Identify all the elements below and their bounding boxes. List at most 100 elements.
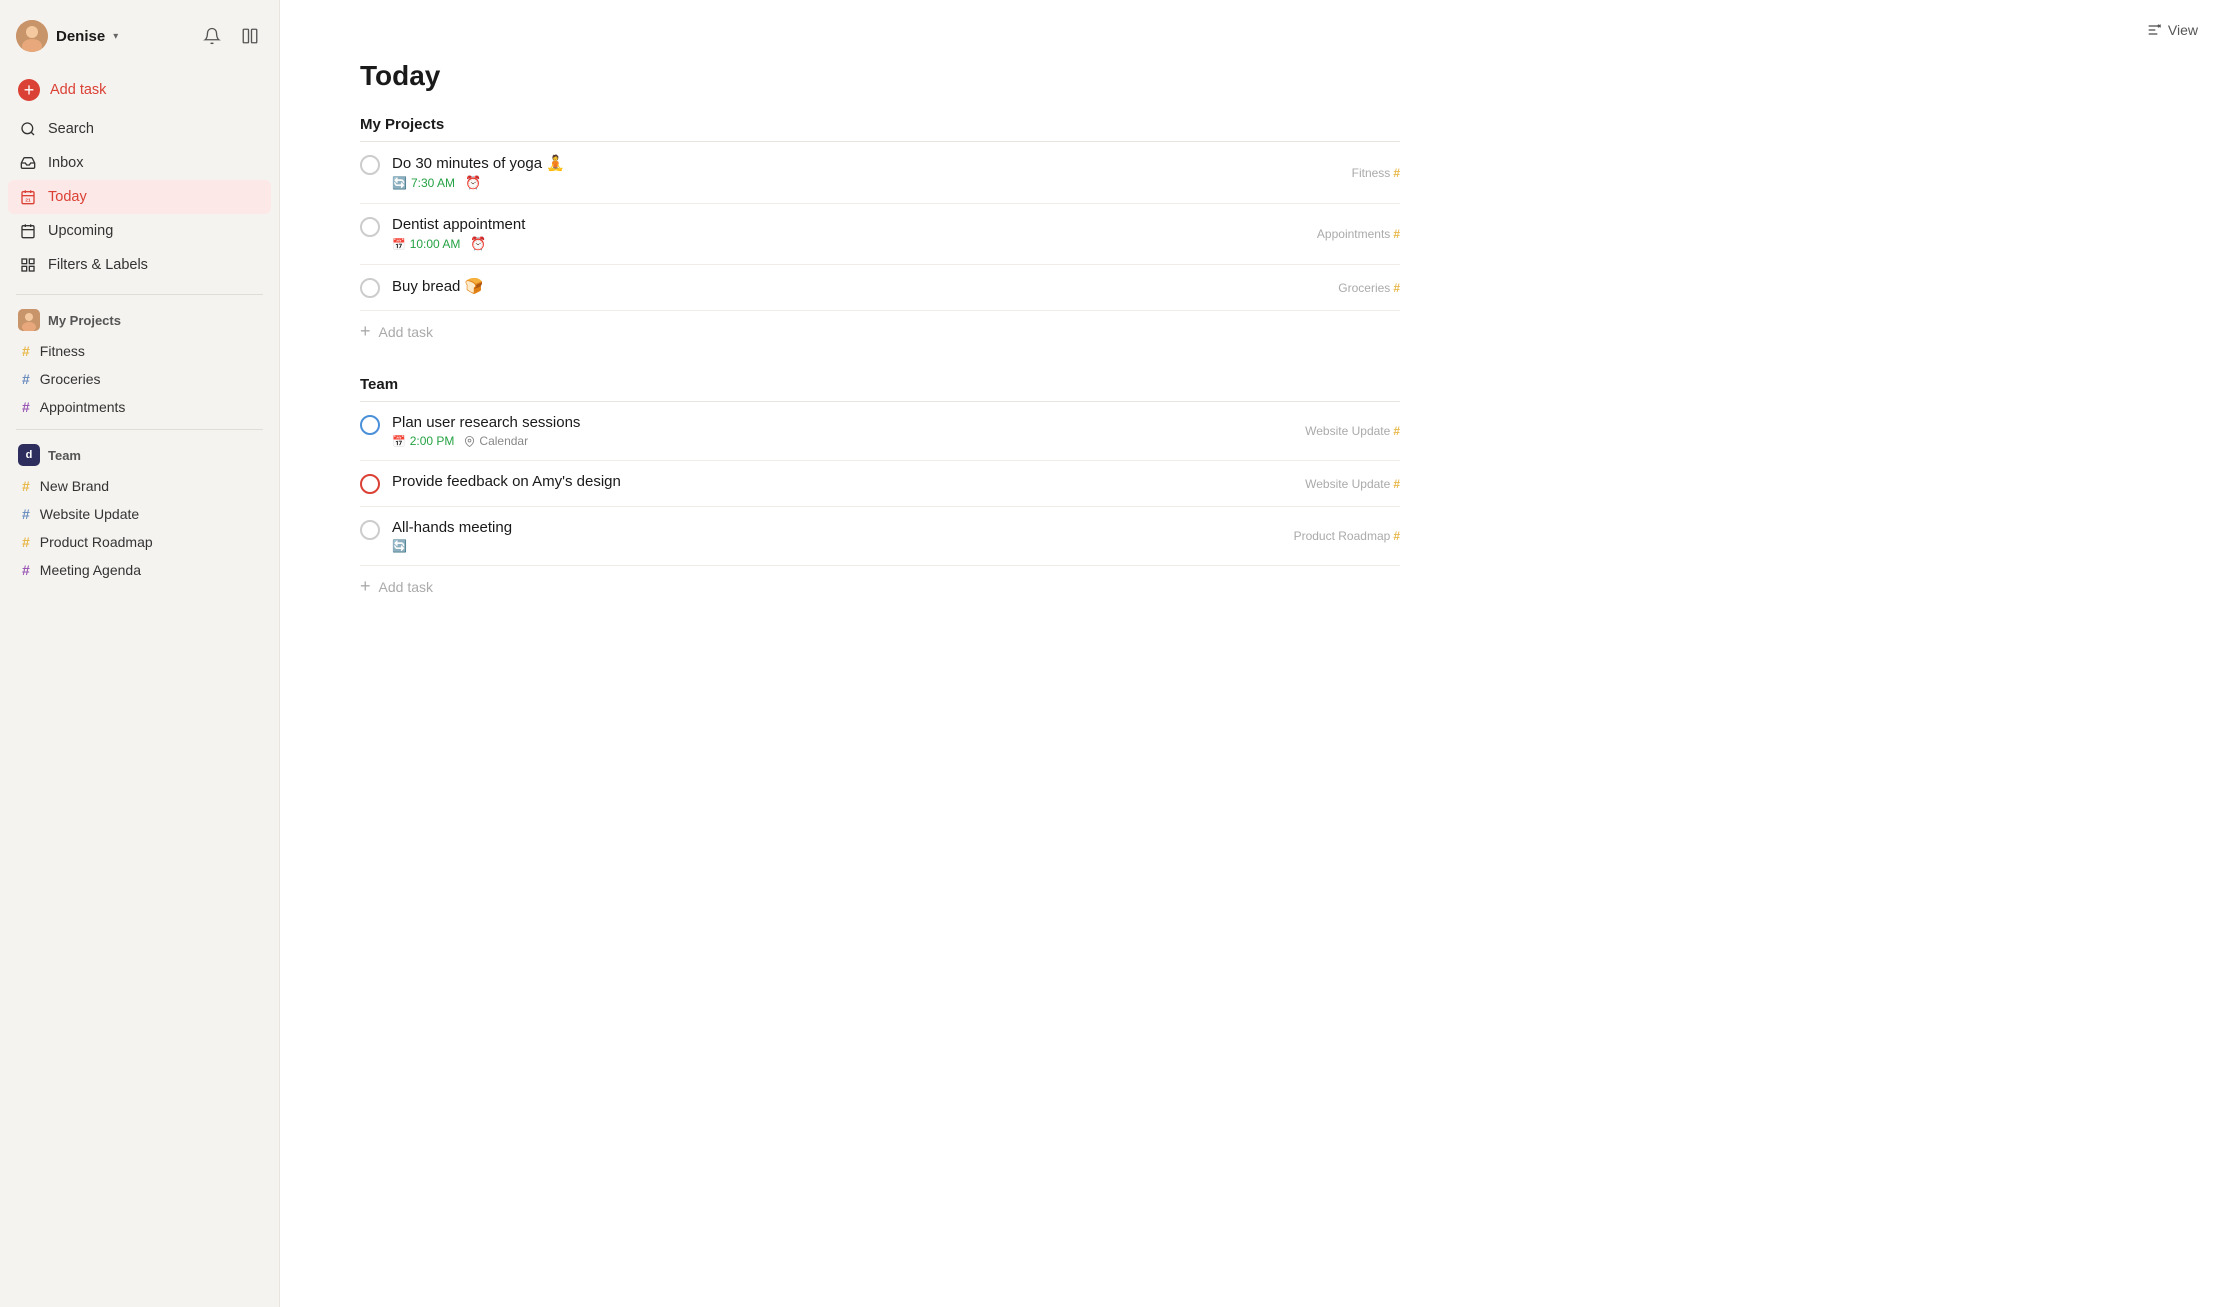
header-icons <box>199 23 263 49</box>
task-checkbox-allhands[interactable] <box>360 520 380 540</box>
recycle-icon: 🔄 <box>392 539 407 553</box>
view-button[interactable]: View <box>2136 16 2208 44</box>
project-label: Fitness <box>40 343 85 359</box>
sidebar-item-product-roadmap[interactable]: # Product Roadmap <box>8 528 271 556</box>
project-name: Appointments <box>1317 227 1390 241</box>
hash-icon: # <box>22 506 30 522</box>
sidebar-item-fitness[interactable]: # Fitness <box>8 337 271 365</box>
sidebar-item-label: Filters & Labels <box>48 257 148 273</box>
project-label: Appointments <box>40 399 126 415</box>
project-hash-icon: # <box>1393 424 1400 438</box>
reminder-icon: ⏰ <box>465 175 481 191</box>
chevron-down-icon: ▾ <box>113 31 118 42</box>
view-icon <box>2146 22 2162 38</box>
sidebar-item-filters[interactable]: Filters & Labels <box>8 248 271 282</box>
user-menu[interactable]: Denise ▾ <box>16 20 118 52</box>
notifications-button[interactable] <box>199 23 225 49</box>
sidebar-item-label: Inbox <box>48 155 83 171</box>
task-project-tag: Appointments # <box>1317 227 1400 241</box>
sidebar-item-meeting-agenda[interactable]: # Meeting Agenda <box>8 556 271 584</box>
inbox-icon <box>18 153 38 173</box>
project-label: Meeting Agenda <box>40 562 141 578</box>
task-body: Plan user research sessions 📅 2:00 PM Ca… <box>392 414 1400 448</box>
task-checkbox-bread[interactable] <box>360 278 380 298</box>
my-projects-header: My Projects <box>8 303 271 337</box>
task-meta: 🔄 7:30 AM ⏰ <box>392 175 1400 191</box>
task-name: Provide feedback on Amy's design <box>392 473 1400 490</box>
upcoming-icon <box>18 221 38 241</box>
task-body: All-hands meeting 🔄 <box>392 519 1400 553</box>
task-project-tag: Product Roadmap # <box>1294 529 1400 543</box>
my-projects-avatar <box>18 309 40 331</box>
sidebar-item-label: Upcoming <box>48 223 113 239</box>
sidebar: Denise ▾ + Add task <box>0 0 280 1307</box>
project-label: New Brand <box>40 478 109 494</box>
task-body: Provide feedback on Amy's design <box>392 473 1400 493</box>
sidebar-item-appointments[interactable]: # Appointments <box>8 393 271 421</box>
plus-icon: + <box>360 576 371 597</box>
layout-button[interactable] <box>237 23 263 49</box>
task-checkbox-research[interactable] <box>360 415 380 435</box>
sidebar-item-groceries[interactable]: # Groceries <box>8 365 271 393</box>
task-meta: 📅 2:00 PM Calendar <box>392 434 1400 448</box>
task-name: Plan user research sessions <box>392 414 1400 431</box>
page-content: Today My Projects Do 30 minutes of yoga … <box>280 60 1480 671</box>
task-project-tag: Fitness # <box>1352 166 1400 180</box>
project-label: Groceries <box>40 371 101 387</box>
task-checkbox-yoga[interactable] <box>360 155 380 175</box>
task-time: 🔄 7:30 AM <box>392 176 455 190</box>
recycle-icon: 🔄 <box>392 176 407 190</box>
hash-icon: # <box>22 343 30 359</box>
project-hash-icon: # <box>1393 529 1400 543</box>
task-project-tag: Groceries # <box>1338 281 1400 295</box>
team-section: d Team # New Brand # Website Update # Pr… <box>0 438 279 584</box>
project-label: Product Roadmap <box>40 534 153 550</box>
team-avatar: d <box>18 444 40 466</box>
project-name: Website Update <box>1305 477 1390 491</box>
my-projects-task-list: My Projects Do 30 minutes of yoga 🧘 🔄 7:… <box>360 116 1400 352</box>
username: Denise <box>56 28 105 45</box>
table-row: Plan user research sessions 📅 2:00 PM Ca… <box>360 402 1400 461</box>
team-label: Team <box>48 448 81 463</box>
project-name: Groceries <box>1338 281 1390 295</box>
table-row: Dentist appointment 📅 10:00 AM ⏰ Appoint… <box>360 204 1400 265</box>
task-name: Dentist appointment <box>392 216 1400 233</box>
search-icon <box>18 119 38 139</box>
task-body: Do 30 minutes of yoga 🧘 🔄 7:30 AM ⏰ <box>392 154 1400 191</box>
task-body: Buy bread 🍞 <box>392 277 1400 298</box>
task-project-tag: Website Update # <box>1305 424 1400 438</box>
sidebar-item-today[interactable]: 21 Today <box>8 180 271 214</box>
view-label: View <box>2168 22 2198 38</box>
sidebar-item-new-brand[interactable]: # New Brand <box>8 472 271 500</box>
hash-icon: # <box>22 534 30 550</box>
task-checkbox-amy[interactable] <box>360 474 380 494</box>
sidebar-item-label: Search <box>48 121 94 137</box>
sidebar-item-upcoming[interactable]: Upcoming <box>8 214 271 248</box>
reminder-icon: ⏰ <box>470 236 486 252</box>
project-name: Product Roadmap <box>1294 529 1391 543</box>
add-task-my-projects[interactable]: + Add task <box>360 311 1400 352</box>
task-name: All-hands meeting <box>392 519 1400 536</box>
project-hash-icon: # <box>1393 227 1400 241</box>
calendar-icon: 📅 <box>392 435 406 448</box>
sidebar-item-inbox[interactable]: Inbox <box>8 146 271 180</box>
add-task-label: Add task <box>379 324 433 340</box>
task-checkbox-dentist[interactable] <box>360 217 380 237</box>
task-project-tag: Website Update # <box>1305 477 1400 491</box>
add-task-team[interactable]: + Add task <box>360 566 1400 607</box>
project-name: Fitness <box>1352 166 1391 180</box>
project-hash-icon: # <box>1393 477 1400 491</box>
svg-text:21: 21 <box>25 198 31 203</box>
team-section-title: Team <box>360 376 1400 402</box>
add-task-button[interactable]: + Add task <box>8 72 271 108</box>
avatar <box>16 20 48 52</box>
filters-icon <box>18 255 38 275</box>
project-hash-icon: # <box>1393 281 1400 295</box>
sidebar-item-search[interactable]: Search <box>8 112 271 146</box>
team-task-list: Team Plan user research sessions 📅 2:00 … <box>360 376 1400 607</box>
sidebar-item-website-update[interactable]: # Website Update <box>8 500 271 528</box>
time-value: 7:30 AM <box>411 176 455 190</box>
calendar-label: Calendar <box>464 434 528 448</box>
calendar-icon: 📅 <box>392 238 406 251</box>
table-row: All-hands meeting 🔄 Product Roadmap # <box>360 507 1400 566</box>
